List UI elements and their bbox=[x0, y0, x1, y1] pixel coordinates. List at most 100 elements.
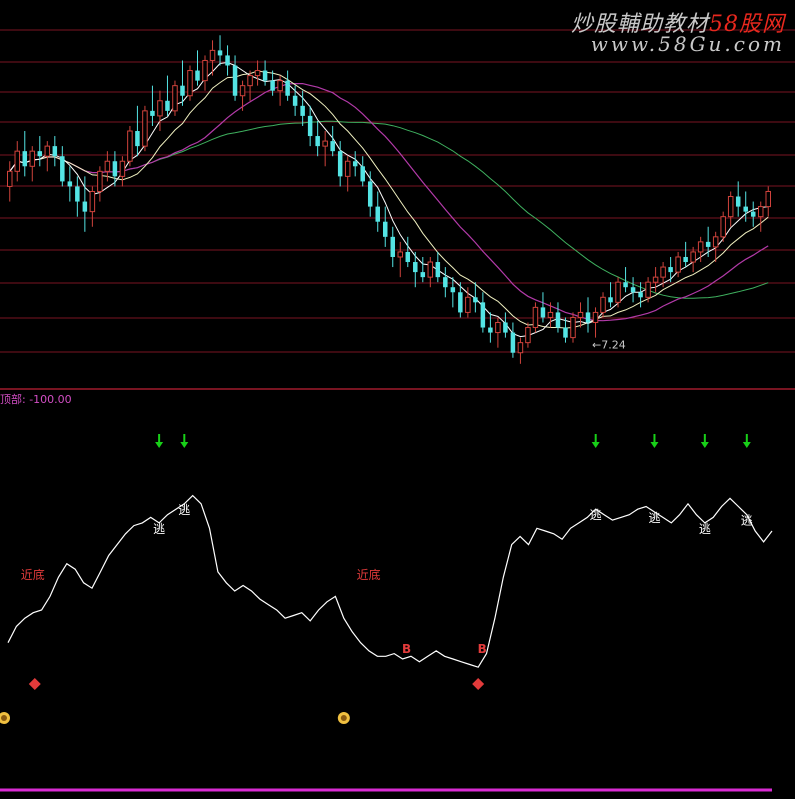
candle-body-down bbox=[435, 262, 441, 278]
money-bag-icon-center bbox=[1, 715, 7, 721]
candle-body-down bbox=[540, 307, 546, 318]
candle-body-down bbox=[352, 161, 358, 167]
candle-body-down bbox=[360, 166, 365, 182]
candle-body-down bbox=[225, 55, 230, 66]
candle-body-down bbox=[458, 292, 463, 313]
candle-body-down bbox=[300, 105, 305, 116]
escape-label: 逃 bbox=[153, 522, 165, 536]
candle-body-down bbox=[82, 201, 88, 212]
candle-body-down bbox=[337, 151, 343, 177]
candle-body-down bbox=[510, 332, 516, 353]
escape-label: 逃 bbox=[699, 522, 711, 536]
candle-body-down bbox=[270, 80, 275, 91]
candle-body-up bbox=[600, 296, 606, 313]
candle-body-up bbox=[495, 321, 501, 334]
candle-body-up bbox=[645, 281, 651, 298]
candle-body-up bbox=[202, 59, 208, 82]
candle-body-down bbox=[307, 115, 313, 137]
sell-arrow-icon bbox=[700, 442, 709, 448]
candle-body-up bbox=[277, 80, 283, 92]
candle-body-down bbox=[563, 327, 568, 338]
candle-body-up bbox=[322, 140, 328, 147]
buy-label: B bbox=[402, 642, 411, 656]
money-bag-icon-center bbox=[340, 715, 347, 721]
candle-body-down bbox=[37, 151, 43, 157]
candle-body-down bbox=[135, 131, 140, 147]
candle-body-down bbox=[180, 85, 185, 96]
candle-body-up bbox=[697, 241, 704, 253]
low-price-label: ←7.24 bbox=[592, 339, 626, 352]
candle-body-up bbox=[127, 130, 133, 162]
candle-body-down bbox=[67, 181, 73, 187]
candle-body-down bbox=[743, 206, 748, 212]
candle-body-up bbox=[592, 311, 599, 323]
candle-body-up bbox=[720, 216, 726, 238]
candle-body-up bbox=[660, 266, 666, 278]
watermark-line2: www.58Gu.com bbox=[590, 32, 785, 56]
candle-body-up bbox=[525, 327, 531, 344]
candle-body-down bbox=[585, 312, 591, 323]
candle-body-down bbox=[367, 181, 373, 207]
candle-body-up bbox=[172, 85, 178, 112]
candle-body-down bbox=[285, 80, 290, 96]
candle-body-up bbox=[247, 75, 253, 87]
candle-body-up bbox=[727, 196, 734, 218]
escape-label: 逃 bbox=[178, 503, 190, 517]
candle-body-down bbox=[405, 251, 411, 263]
ma-long-line bbox=[9, 120, 769, 299]
candle-body-up bbox=[652, 276, 659, 283]
candle-body-down bbox=[165, 100, 170, 111]
candle-body-up bbox=[254, 70, 261, 77]
buy-marker-icon bbox=[28, 678, 41, 690]
candle-body-down bbox=[75, 186, 80, 202]
candle-body-down bbox=[705, 241, 711, 247]
candle-body-down bbox=[480, 302, 486, 328]
near-bottom-label: 近底 bbox=[357, 567, 381, 582]
candle-body-up bbox=[427, 261, 434, 278]
candle-body-up bbox=[89, 190, 96, 213]
candle-body-down bbox=[750, 211, 756, 217]
candle-body-up bbox=[547, 311, 554, 318]
candle-body-up bbox=[239, 85, 246, 97]
candle-body-down bbox=[390, 236, 396, 257]
candle-body-up bbox=[97, 170, 103, 192]
candle-body-down bbox=[60, 156, 65, 182]
candle-body-up bbox=[712, 236, 719, 248]
escape-label: 逃 bbox=[590, 508, 602, 522]
candle-body-down bbox=[330, 141, 335, 152]
candle-body-up bbox=[344, 160, 351, 177]
candle-body-down bbox=[450, 287, 456, 293]
candle-body-down bbox=[232, 65, 238, 96]
candle-body-up bbox=[532, 306, 539, 329]
candle-body-down bbox=[262, 70, 268, 81]
sell-arrow-icon bbox=[742, 442, 751, 448]
candle-body-down bbox=[503, 322, 508, 333]
sell-arrow-icon bbox=[591, 442, 600, 448]
candle-body-down bbox=[420, 272, 426, 278]
candle-body-down bbox=[668, 267, 673, 273]
candle-body-up bbox=[690, 251, 696, 263]
candle-body-up bbox=[517, 342, 524, 354]
candle-body-down bbox=[623, 282, 628, 288]
candle-body-down bbox=[638, 292, 643, 298]
candle-body-down bbox=[52, 146, 58, 157]
escape-label: 逃 bbox=[648, 511, 660, 525]
ma-mid-line bbox=[9, 70, 769, 329]
chart-stage: ←7.24 逃逃逃逃逃逃近底 近底 B B 炒股輔助教材58股网 www.58Gu.co… bbox=[0, 0, 795, 799]
candle-body-up bbox=[142, 110, 148, 147]
candle-body-up bbox=[570, 316, 576, 339]
candle-body-up bbox=[104, 160, 111, 172]
candle-body-down bbox=[217, 50, 223, 56]
candle-body-up bbox=[615, 281, 621, 303]
candle-body-up bbox=[675, 256, 681, 273]
candle-body-down bbox=[473, 297, 478, 303]
candle-body-down bbox=[683, 256, 688, 263]
candle-body-down bbox=[22, 151, 28, 167]
sell-arrow-icon bbox=[650, 442, 659, 448]
candle-body-down bbox=[488, 327, 493, 333]
escape-label: 逃 bbox=[741, 514, 753, 528]
candle-body-down bbox=[195, 70, 200, 81]
candle-body-up bbox=[7, 170, 13, 187]
candle-body-up bbox=[209, 49, 216, 61]
buy-marker-icon bbox=[472, 678, 485, 690]
